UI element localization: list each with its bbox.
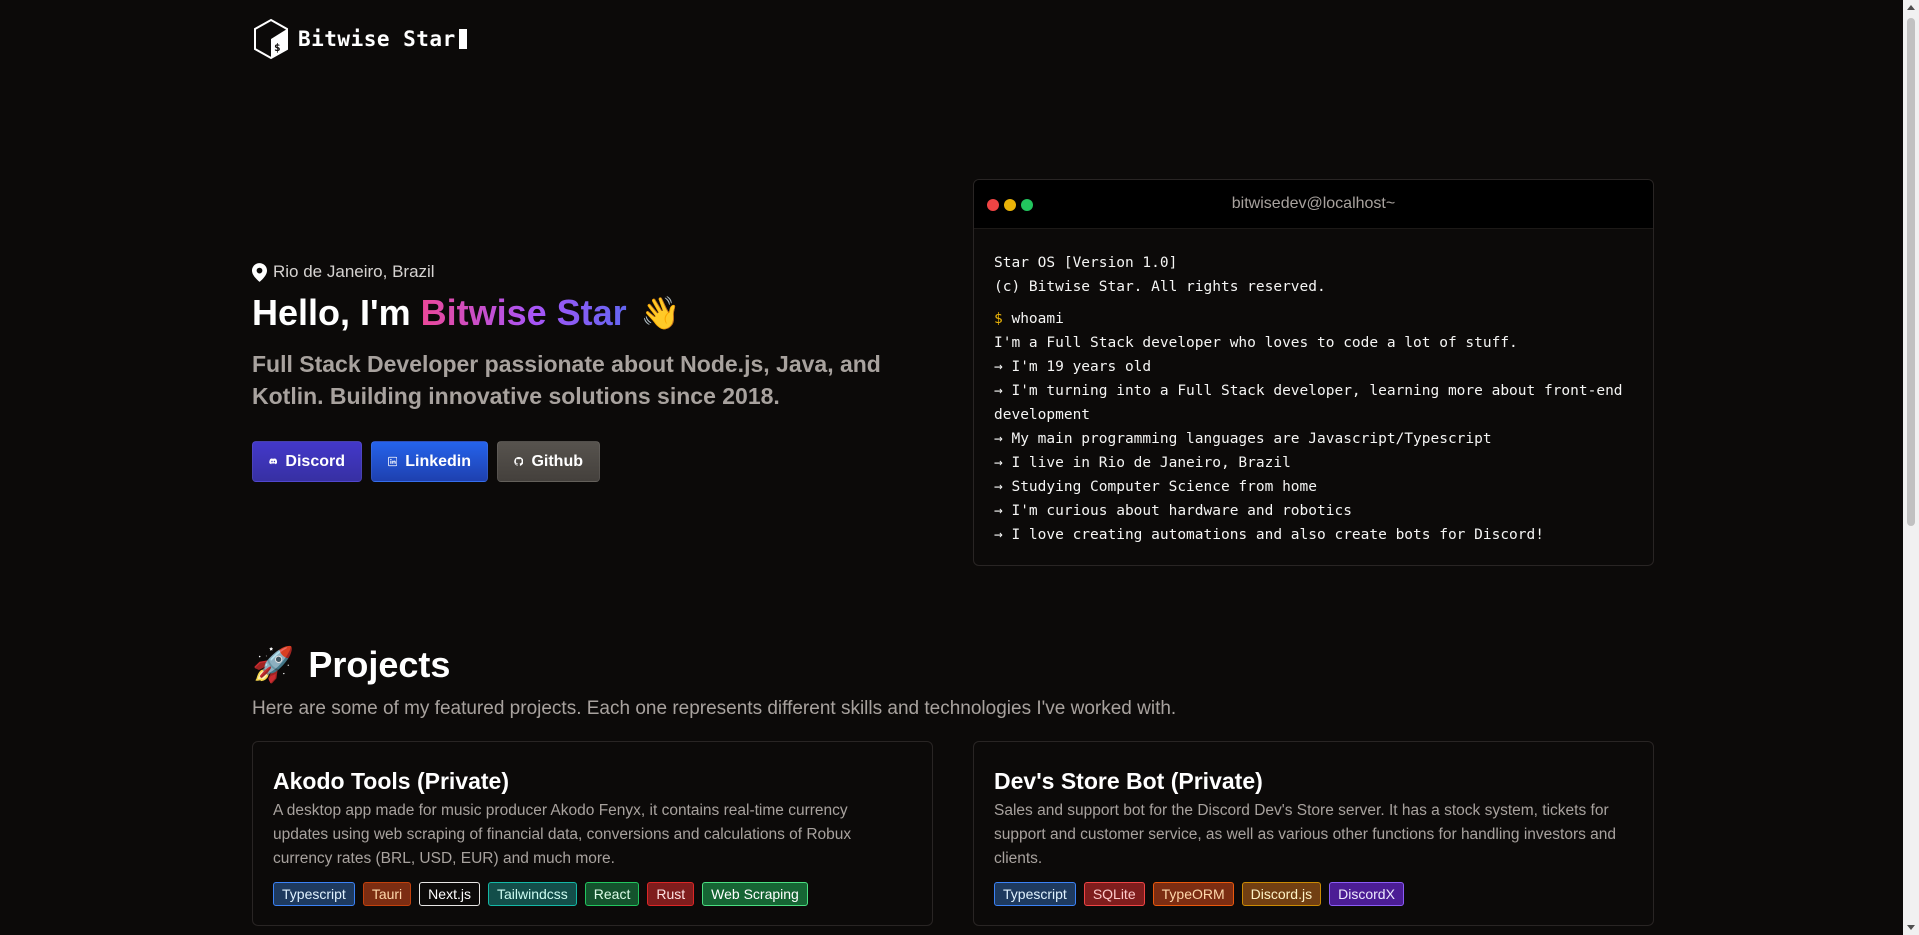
projects-heading: 🚀 Projects (252, 644, 450, 686)
terminal-output-line: → I'm 19 years old (994, 359, 1152, 375)
tech-tag: TypeORM (1152, 882, 1234, 906)
location-text: Rio de Janeiro, Brazil (273, 262, 435, 281)
linkedin-button[interactable]: Linkedin (371, 441, 488, 482)
tech-tag: SQLite (1083, 882, 1145, 906)
terminal-output-line: → I love creating automations and also c… (994, 527, 1544, 543)
minimize-dot-icon (1004, 199, 1016, 211)
terminal-output-line: → I'm curious about hardware and robotic… (994, 503, 1352, 519)
rocket-icon: 🚀 (252, 646, 295, 684)
scrollbar-thumb[interactable] (1907, 18, 1915, 526)
svg-text:$: $ (274, 41, 281, 54)
tech-tag: Tailwindcss (487, 882, 577, 906)
project-description: Sales and support bot for the Discord De… (994, 802, 1617, 867)
tech-tag: Web Scraping (702, 882, 808, 906)
terminal-header-line: (c) Bitwise Star. All rights reserved. (994, 279, 1326, 295)
close-dot-icon (987, 199, 999, 211)
scroll-down-arrow-icon[interactable] (1907, 925, 1915, 930)
tech-tag: Typescript (994, 882, 1076, 906)
terminal-output-line: I'm a Full Stack developer who loves to … (994, 335, 1518, 351)
hero-heading: Hello, I'm Bitwise Star 👋 (252, 292, 892, 334)
tech-tag: Tauri (362, 882, 412, 906)
github-icon (514, 456, 524, 466)
terminal-body: Star OS [Version 1.0] (c) Bitwise Star. … (974, 229, 1653, 547)
maximize-dot-icon (1021, 199, 1033, 211)
terminal-output-line: → I'm turning into a Full Stack develope… (994, 383, 1623, 423)
project-card[interactable]: Dev's Store Bot (Private) Sales and supp… (973, 741, 1654, 926)
projects-subtitle: Here are some of my featured projects. E… (252, 698, 1177, 719)
github-label: Github (531, 452, 583, 470)
project-card[interactable]: Akodo Tools (Private) A desktop app made… (252, 741, 933, 926)
project-title: Dev's Store Bot (Private) (994, 768, 1263, 794)
terminal-title: bitwisedev@localhost~ (1231, 195, 1396, 212)
prompt-symbol: $ (994, 311, 1003, 327)
project-description: A desktop app made for music producer Ak… (273, 802, 852, 867)
tech-tag: Typescript (273, 882, 355, 906)
discord-button[interactable]: Discord (252, 441, 362, 482)
github-button[interactable]: Github (497, 441, 600, 482)
greeting-prefix: Hello, I'm (252, 292, 421, 333)
map-pin-icon (252, 262, 267, 282)
waving-hand-emoji: 👋 (640, 295, 681, 331)
scroll-up-arrow-icon[interactable] (1907, 5, 1915, 10)
command-text: whoami (1011, 311, 1064, 327)
brand-logo-link[interactable]: $ Bitwise Star (252, 18, 467, 60)
terminal-output-line: → My main programming languages are Java… (994, 431, 1492, 447)
location: Rio de Janeiro, Brazil (252, 262, 892, 282)
terminal-window: bitwisedev@localhost~ Star OS [Version 1… (973, 179, 1654, 566)
tech-tag: Discord.js (1241, 882, 1322, 906)
tech-tag: React (584, 882, 640, 906)
project-tags: Typescript SQLite TypeORM Discord.js Dis… (994, 882, 1633, 906)
terminal-header-line: Star OS [Version 1.0] (994, 255, 1178, 271)
project-tags: Typescript Tauri Next.js Tailwindcss Rea… (273, 882, 912, 906)
terminal-command-line: $ whoami (994, 307, 1633, 331)
terminal-title-bar: bitwisedev@localhost~ (974, 180, 1653, 229)
social-buttons: Discord Linkedin Github (252, 441, 892, 482)
terminal-cube-logo-icon: $ (254, 18, 288, 60)
page-scrollbar[interactable] (1903, 0, 1919, 935)
blinking-cursor (458, 29, 467, 49)
project-title: Akodo Tools (Private) (273, 768, 509, 794)
linkedin-label: Linkedin (405, 452, 471, 470)
tech-tag: Next.js (419, 882, 480, 906)
hero-section: Rio de Janeiro, Brazil Hello, I'm Bitwis… (252, 262, 892, 482)
hero-tagline: Full Stack Developer passionate about No… (252, 351, 881, 409)
tech-tag: DiscordX (1329, 882, 1404, 906)
brand-name: Bitwise Star (298, 27, 467, 51)
window-controls (987, 199, 1033, 211)
terminal-output-line: → Studying Computer Science from home (994, 479, 1318, 495)
greeting-name: Bitwise Star (420, 292, 627, 333)
tech-tag: Rust (647, 882, 695, 906)
discord-icon (269, 458, 278, 465)
terminal-output-line: → I live in Rio de Janeiro, Brazil (994, 455, 1291, 471)
linkedin-icon (388, 456, 398, 467)
discord-label: Discord (285, 452, 345, 470)
projects-title: Projects (308, 644, 451, 685)
